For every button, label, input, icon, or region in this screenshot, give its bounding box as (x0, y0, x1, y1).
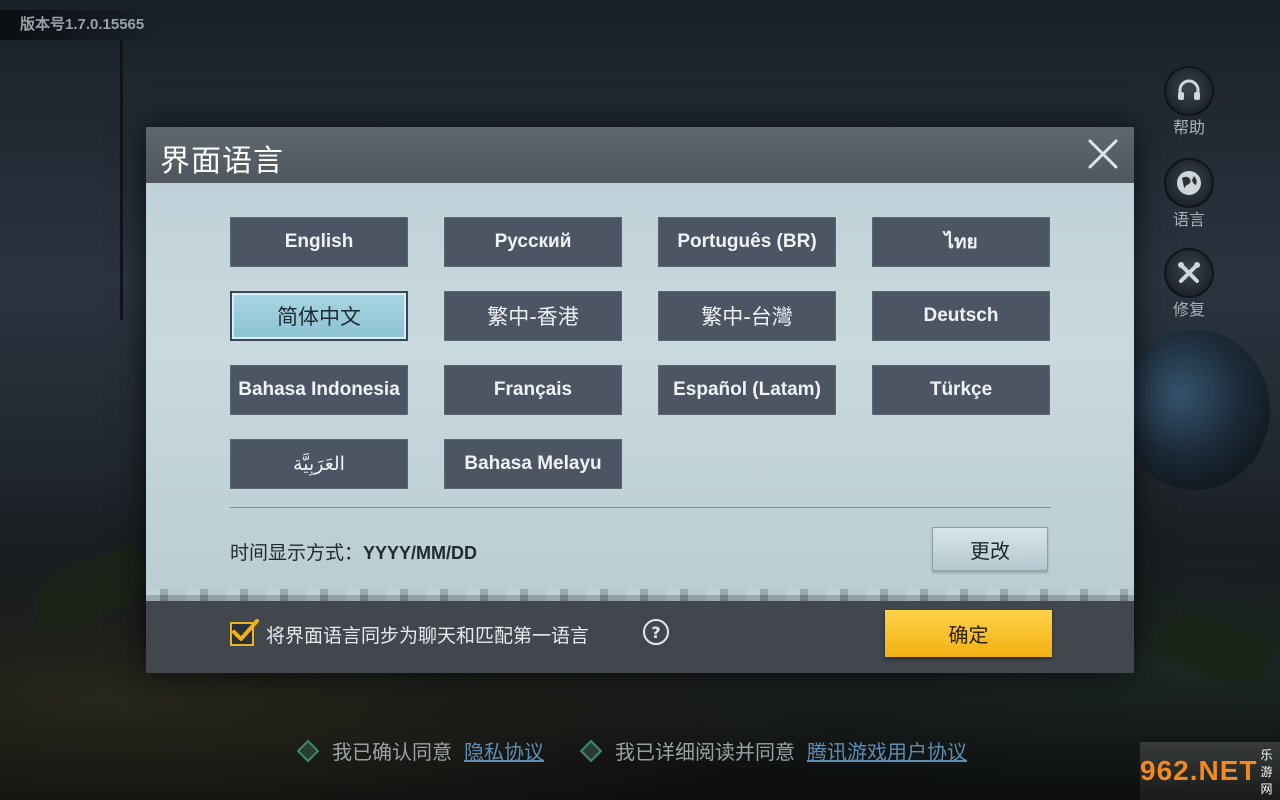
user-agreement: 我已详细阅读并同意 腾讯游戏用户协议 (579, 736, 967, 765)
background-tower (120, 40, 123, 320)
watermark: 962.NET 乐游网 (1140, 742, 1280, 800)
repair-tool-label: 修复 (1172, 300, 1205, 319)
privacy-agreement: 我已确认同意 隐私协议 (296, 736, 544, 765)
lang-option-french[interactable]: Français (444, 365, 622, 415)
lang-option-traditional-tw[interactable]: 繁中-台灣 (658, 291, 836, 341)
privacy-agree-text: 我已确认同意 (332, 740, 452, 764)
agreements-bar: 我已确认同意 隐私协议 我已详细阅读并同意 腾讯游戏用户协议 (0, 736, 1280, 766)
lang-option-arabic[interactable]: العَرَبِيَّة (230, 439, 408, 489)
divider (230, 507, 1051, 508)
user-agree-text: 我已详细阅读并同意 (615, 740, 795, 764)
watermark-text: 962.NET (1140, 755, 1258, 786)
dialog-title: 界面语言 (160, 144, 284, 179)
date-format-value: YYYY/MM/DD (363, 543, 478, 563)
headset-icon (1164, 66, 1214, 116)
close-button[interactable] (1082, 133, 1124, 175)
help-tool-label: 帮助 (1172, 118, 1205, 137)
lang-option-russian[interactable]: Русский (444, 217, 622, 267)
sync-language-checkbox[interactable] (230, 619, 259, 646)
lang-option-thai[interactable]: ไทย (872, 217, 1050, 267)
version-label: 版本号1.7.0.15565 (0, 10, 165, 40)
lang-option-indonesian[interactable]: Bahasa Indonesia (230, 365, 408, 415)
sync-language-label: 将界面语言同步为聊天和匹配第一语言 (266, 625, 590, 647)
dialog-footer: 将界面语言同步为聊天和匹配第一语言 ? 确定 (146, 595, 1134, 673)
change-date-format-button[interactable]: 更改 (932, 527, 1048, 571)
user-agreement-link[interactable]: 腾讯游戏用户协议 (807, 736, 967, 765)
background-planet (1120, 330, 1270, 490)
repair-tool-button[interactable]: 修复 (1164, 248, 1214, 320)
globe-icon (1164, 158, 1214, 208)
privacy-policy-link[interactable]: 隐私协议 (464, 736, 544, 765)
lang-option-malay[interactable]: Bahasa Melayu (444, 439, 622, 489)
language-tool-label: 语言 (1172, 210, 1205, 229)
lang-option-traditional-hk[interactable]: 繁中-香港 (444, 291, 622, 341)
language-dialog: 界面语言 English Русский Português (BR) ไทย … (146, 127, 1134, 673)
lang-option-english[interactable]: English (230, 217, 408, 267)
language-tool-button[interactable]: 语言 (1164, 158, 1214, 230)
lang-option-german[interactable]: Deutsch (872, 291, 1050, 341)
confirm-button[interactable]: 确定 (885, 610, 1052, 657)
close-icon (1088, 139, 1118, 169)
watermark-sub: 乐游网 (1260, 747, 1273, 796)
user-agree-checkbox[interactable] (579, 739, 603, 762)
date-format-label: 时间显示方式： (230, 542, 364, 564)
lang-option-turkish[interactable]: Türkçe (872, 365, 1050, 415)
date-format-row: 时间显示方式：YYYY/MM/DD (230, 538, 477, 565)
checkmark-icon (232, 619, 259, 641)
dialog-header: 界面语言 (146, 127, 1134, 183)
privacy-agree-checkbox[interactable] (296, 739, 320, 762)
dialog-body: English Русский Português (BR) ไทย 简体中文 … (146, 183, 1134, 601)
sync-help-button[interactable]: ? (643, 619, 669, 645)
lang-option-spanish-latam[interactable]: Español (Latam) (658, 365, 836, 415)
lang-option-simplified-chinese[interactable]: 简体中文 (230, 291, 408, 341)
help-tool-button[interactable]: 帮助 (1164, 66, 1214, 138)
wrench-icon (1164, 248, 1214, 298)
lang-option-portuguese-br[interactable]: Português (BR) (658, 217, 836, 267)
